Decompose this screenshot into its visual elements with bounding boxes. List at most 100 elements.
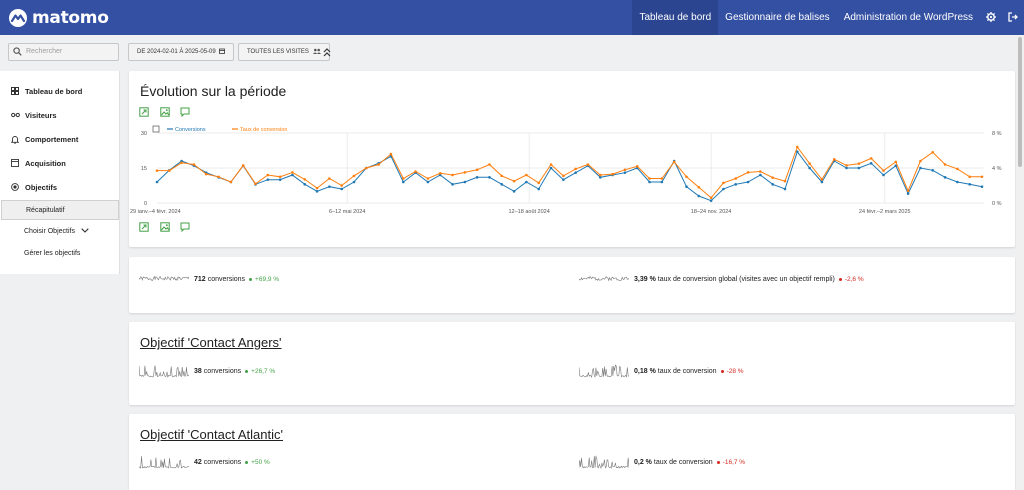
image-icon[interactable] [160, 222, 170, 232]
annotation-icon[interactable] [180, 107, 190, 117]
bell-icon [9, 133, 21, 145]
legend-label: Conversions [175, 127, 206, 133]
data-point [414, 170, 417, 173]
segment-selector[interactable]: TOUTES LES VISITES [238, 43, 330, 61]
logout-button[interactable] [1002, 0, 1024, 35]
data-point [574, 167, 577, 171]
data-point [820, 178, 824, 181]
metric-label: taux de conversion [657, 367, 717, 375]
metric-label: conversions [207, 275, 246, 283]
collapse-chevron-icon[interactable] [322, 46, 332, 58]
image-icon[interactable] [160, 107, 170, 117]
data-point [328, 185, 331, 188]
sidebar-sub-label: Récapitulatif [26, 207, 65, 214]
data-point [401, 180, 405, 184]
data-point [598, 176, 602, 179]
summary-conversion-rate[interactable]: 3,39 % taux de conversion global (visite… [579, 273, 864, 285]
data-point [525, 173, 528, 177]
data-point [808, 162, 811, 165]
metric-trend: -2,6 % [844, 275, 864, 283]
sparkline [579, 455, 629, 469]
data-point [562, 174, 565, 178]
data-point [919, 159, 922, 163]
data-point [623, 171, 627, 174]
data-point [537, 187, 541, 191]
data-point [377, 163, 380, 166]
data-point [488, 176, 491, 179]
trend-up-icon [245, 369, 249, 373]
export-icon[interactable] [139, 107, 149, 117]
data-point [155, 169, 159, 172]
sidebar-item-label: Objectifs [25, 182, 58, 192]
data-point [168, 169, 171, 172]
segment-icon [312, 48, 321, 54]
matomo-logo[interactable]: matomo [8, 8, 109, 28]
goal-conversion-rate[interactable]: 0,2 % taux de conversion -16,7 % [579, 455, 745, 469]
goal-title[interactable]: Objectif 'Contact Atlantic' [140, 427, 283, 442]
goal-conversions[interactable]: 42 conversions +50 % [139, 455, 270, 469]
sidebar-sub-choisir-objectifs[interactable]: Choisir Objectifs [0, 222, 120, 242]
sidebar-sub-recapitulatif[interactable]: Récapitulatif [1, 200, 119, 220]
sidebar-item-acquisition[interactable]: Acquisition [0, 153, 120, 173]
gear-icon [986, 12, 996, 22]
data-point [204, 172, 208, 176]
sidebar-sub-label: Gérer les objectifs [24, 250, 81, 257]
data-point [919, 166, 922, 170]
summary-conversions[interactable]: 712 conversions +69,9 % [139, 273, 279, 285]
annotation-icon[interactable] [180, 222, 190, 232]
search-input[interactable]: Rechercher [8, 43, 119, 61]
data-point [451, 173, 454, 177]
data-point [266, 173, 270, 177]
sparkline [139, 456, 189, 469]
data-point [857, 162, 861, 165]
logo-text: matomo [32, 8, 109, 28]
goal-conversion-rate[interactable]: 0,18 % taux de conversion -28 % [579, 364, 744, 378]
data-point [783, 179, 787, 183]
nav-admin-wordpress[interactable]: Administration de WordPress [837, 0, 980, 35]
sidebar-item-comportement[interactable]: Comportement [0, 129, 120, 149]
sidebar-sub-gerer-objectifs[interactable]: Gérer les objectifs [0, 244, 120, 264]
search-icon [13, 47, 22, 56]
data-point [303, 183, 307, 186]
settings-button[interactable] [980, 0, 1002, 35]
data-point [832, 157, 836, 161]
page-scrollbar[interactable] [1016, 35, 1024, 490]
data-point [525, 180, 528, 184]
data-point [648, 180, 651, 184]
nav-gestionnaire-balises[interactable]: Gestionnaire de balises [718, 0, 837, 35]
sidebar-item-label: Comportement [25, 134, 79, 144]
metric-trend: +69,9 % [255, 275, 280, 283]
data-point [697, 194, 701, 198]
data-point [906, 189, 910, 193]
sidebar-item-label: Acquisition [25, 158, 66, 168]
data-point [648, 177, 651, 180]
evolution-title: Évolution sur la période [140, 83, 287, 99]
sidebar-sub-label: Choisir Objectifs [24, 228, 75, 235]
segment-label: TOUTES LES VISITES [247, 49, 309, 55]
data-point [291, 171, 294, 174]
target-icon [9, 181, 21, 193]
dashboard-icon [9, 85, 21, 97]
data-point [352, 174, 356, 178]
export-icon[interactable] [139, 222, 149, 232]
data-point [229, 180, 233, 184]
data-point [709, 199, 713, 202]
data-point [660, 180, 664, 184]
data-point [291, 173, 294, 177]
data-point [278, 175, 282, 179]
goal-conversions[interactable]: 38 conversions +26,7 % [139, 364, 275, 378]
goal-title[interactable]: Objectif 'Contact Angers' [140, 335, 282, 350]
nav-tableau-de-bord[interactable]: Tableau de bord [632, 0, 719, 35]
trend-up-icon [245, 460, 249, 464]
date-range-selector[interactable]: DE 2024-02-01 À 2025-05-09 [128, 43, 235, 61]
sidebar-item-objectifs[interactable]: Objectifs [0, 177, 120, 197]
x-tick-label: 12–18 août 2024 [509, 209, 550, 213]
scrollbar-thumb[interactable] [1018, 37, 1022, 167]
data-point [722, 187, 725, 191]
sidebar-item-visiteurs[interactable]: Visiteurs [0, 105, 120, 125]
data-point [611, 172, 614, 176]
sidebar-item-tableau-de-bord[interactable]: Tableau de bord [0, 81, 120, 101]
metric-value: 712 [194, 275, 206, 283]
data-point [512, 190, 516, 193]
sparkline-path [139, 456, 189, 469]
